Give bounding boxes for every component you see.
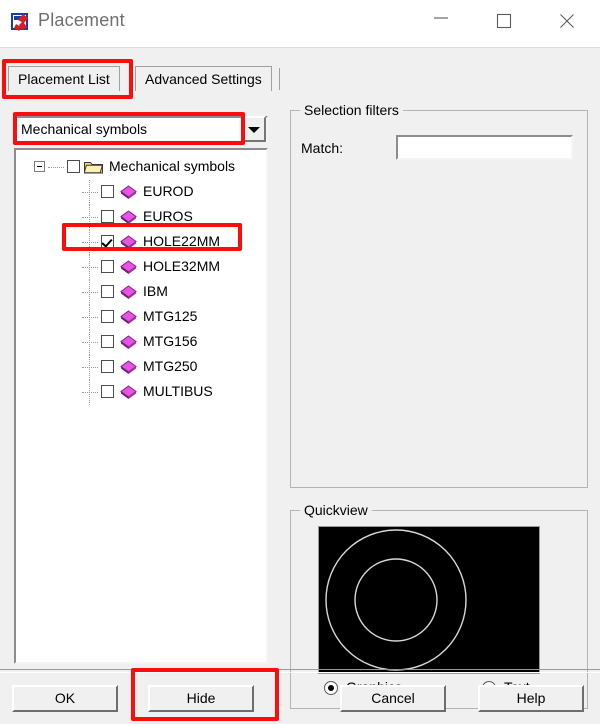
minimize-button[interactable] — [418, 0, 464, 36]
tree-connector — [82, 342, 98, 344]
tree-item[interactable]: MTG125 — [16, 305, 266, 330]
diamond-symbol-icon — [120, 185, 137, 203]
bottom-separator — [0, 669, 600, 673]
tree-item[interactable]: IBM — [16, 280, 266, 305]
tree-item-label: MTG156 — [143, 333, 198, 349]
tree-connector — [82, 242, 98, 244]
tree-item[interactable]: EUROD — [16, 180, 266, 205]
help-button[interactable]: Help — [478, 685, 584, 712]
ok-button[interactable]: OK — [12, 685, 118, 712]
tree-item-label: MTG125 — [143, 308, 198, 324]
tree-connector — [82, 292, 98, 294]
category-combo-dropdown-button[interactable] — [242, 116, 266, 142]
tab-advanced-settings[interactable]: Advanced Settings — [135, 66, 272, 91]
tree-item-label: HOLE22MM — [143, 233, 221, 249]
tree-connector — [82, 192, 98, 194]
tree-connector — [82, 317, 98, 319]
tree-item[interactable]: EUROS — [16, 205, 266, 230]
tab-placement-list[interactable]: Placement List — [8, 66, 120, 91]
help-button-label: Help — [516, 690, 546, 706]
quickview-caption: Quickview — [300, 502, 372, 518]
tree-root-node[interactable]: Mechanical symbols — [16, 155, 266, 180]
diamond-symbol-icon — [120, 335, 137, 353]
placement-tree: Mechanical symbols EUROD EUROS HOLE22MM HOLE… — [16, 155, 266, 405]
tree-connector — [82, 267, 98, 269]
dialog-client-area: Placement List Advanced Settings Mechani… — [0, 47, 600, 724]
hide-button-label: Hide — [186, 690, 216, 706]
diamond-symbol-icon — [120, 260, 137, 278]
tree-item-label: HOLE32MM — [143, 258, 221, 274]
tree-item-checkbox[interactable] — [101, 385, 114, 398]
tree-item-label: MULTIBUS — [143, 383, 213, 399]
diamond-symbol-icon — [120, 210, 137, 228]
tree-item[interactable]: MULTIBUS — [16, 380, 266, 405]
tree-item-checkbox[interactable] — [101, 310, 114, 323]
chevron-down-icon — [248, 127, 260, 133]
window-title: Placement — [38, 10, 125, 30]
cancel-button[interactable]: Cancel — [340, 685, 446, 712]
hide-button[interactable]: Hide — [148, 685, 254, 712]
two-concentric-circles-icon — [325, 529, 467, 671]
diamond-symbol-icon — [120, 385, 137, 403]
diamond-symbol-icon — [120, 285, 137, 303]
title-bar: Placement — [0, 0, 600, 47]
diamond-symbol-icon — [120, 310, 137, 328]
tree-item-checkbox[interactable] — [101, 260, 114, 273]
tree-root-checkbox[interactable] — [67, 160, 80, 173]
placement-tree-panel[interactable]: Mechanical symbols EUROD EUROS HOLE22MM HOLE… — [14, 148, 268, 664]
quickview-graphics-radio[interactable] — [324, 681, 338, 695]
diamond-symbol-icon — [120, 360, 137, 378]
placement-app-icon — [10, 11, 32, 33]
selection-filters-caption: Selection filters — [300, 102, 403, 118]
tree-expander-icon[interactable] — [34, 161, 45, 172]
tab-strip-divider — [279, 68, 280, 90]
tree-item-checkbox[interactable] — [101, 335, 114, 348]
match-label: Match: — [301, 140, 344, 156]
match-input[interactable] — [396, 135, 573, 160]
tree-item-checkbox[interactable] — [101, 360, 114, 373]
tree-connector — [82, 367, 98, 369]
tree-item-checkbox[interactable] — [101, 210, 114, 223]
open-folder-icon — [83, 159, 104, 177]
tree-item-label: MTG250 — [143, 358, 198, 374]
cancel-button-label: Cancel — [371, 690, 415, 706]
tab-advanced-settings-label: Advanced Settings — [145, 71, 262, 87]
category-combo[interactable]: Mechanical symbols — [14, 116, 268, 142]
tab-placement-list-label: Placement List — [18, 71, 110, 87]
selection-filters-group: Selection filters — [290, 102, 588, 488]
ok-button-label: OK — [54, 690, 76, 706]
tree-item-checkbox[interactable] — [101, 185, 114, 198]
tree-item[interactable]: MTG156 — [16, 330, 266, 355]
tree-connector — [48, 167, 64, 169]
tree-item-checkbox[interactable] — [101, 235, 114, 248]
diamond-symbol-icon — [120, 235, 137, 253]
tree-item-label: EUROD — [143, 183, 194, 199]
category-combo-value: Mechanical symbols — [21, 121, 148, 137]
tree-root-label: Mechanical symbols — [109, 158, 236, 174]
tree-item-label: IBM — [143, 283, 168, 299]
tree-item[interactable]: HOLE22MM — [16, 230, 266, 255]
tree-item[interactable]: MTG250 — [16, 355, 266, 380]
tree-connector — [82, 392, 98, 394]
quickview-preview-canvas — [318, 526, 540, 674]
close-button[interactable] — [544, 0, 590, 36]
tree-item[interactable]: HOLE32MM — [16, 255, 266, 280]
tree-item-label: EUROS — [143, 208, 193, 224]
tree-connector — [82, 217, 98, 219]
maximize-button[interactable] — [481, 0, 527, 36]
tree-item-checkbox[interactable] — [101, 285, 114, 298]
